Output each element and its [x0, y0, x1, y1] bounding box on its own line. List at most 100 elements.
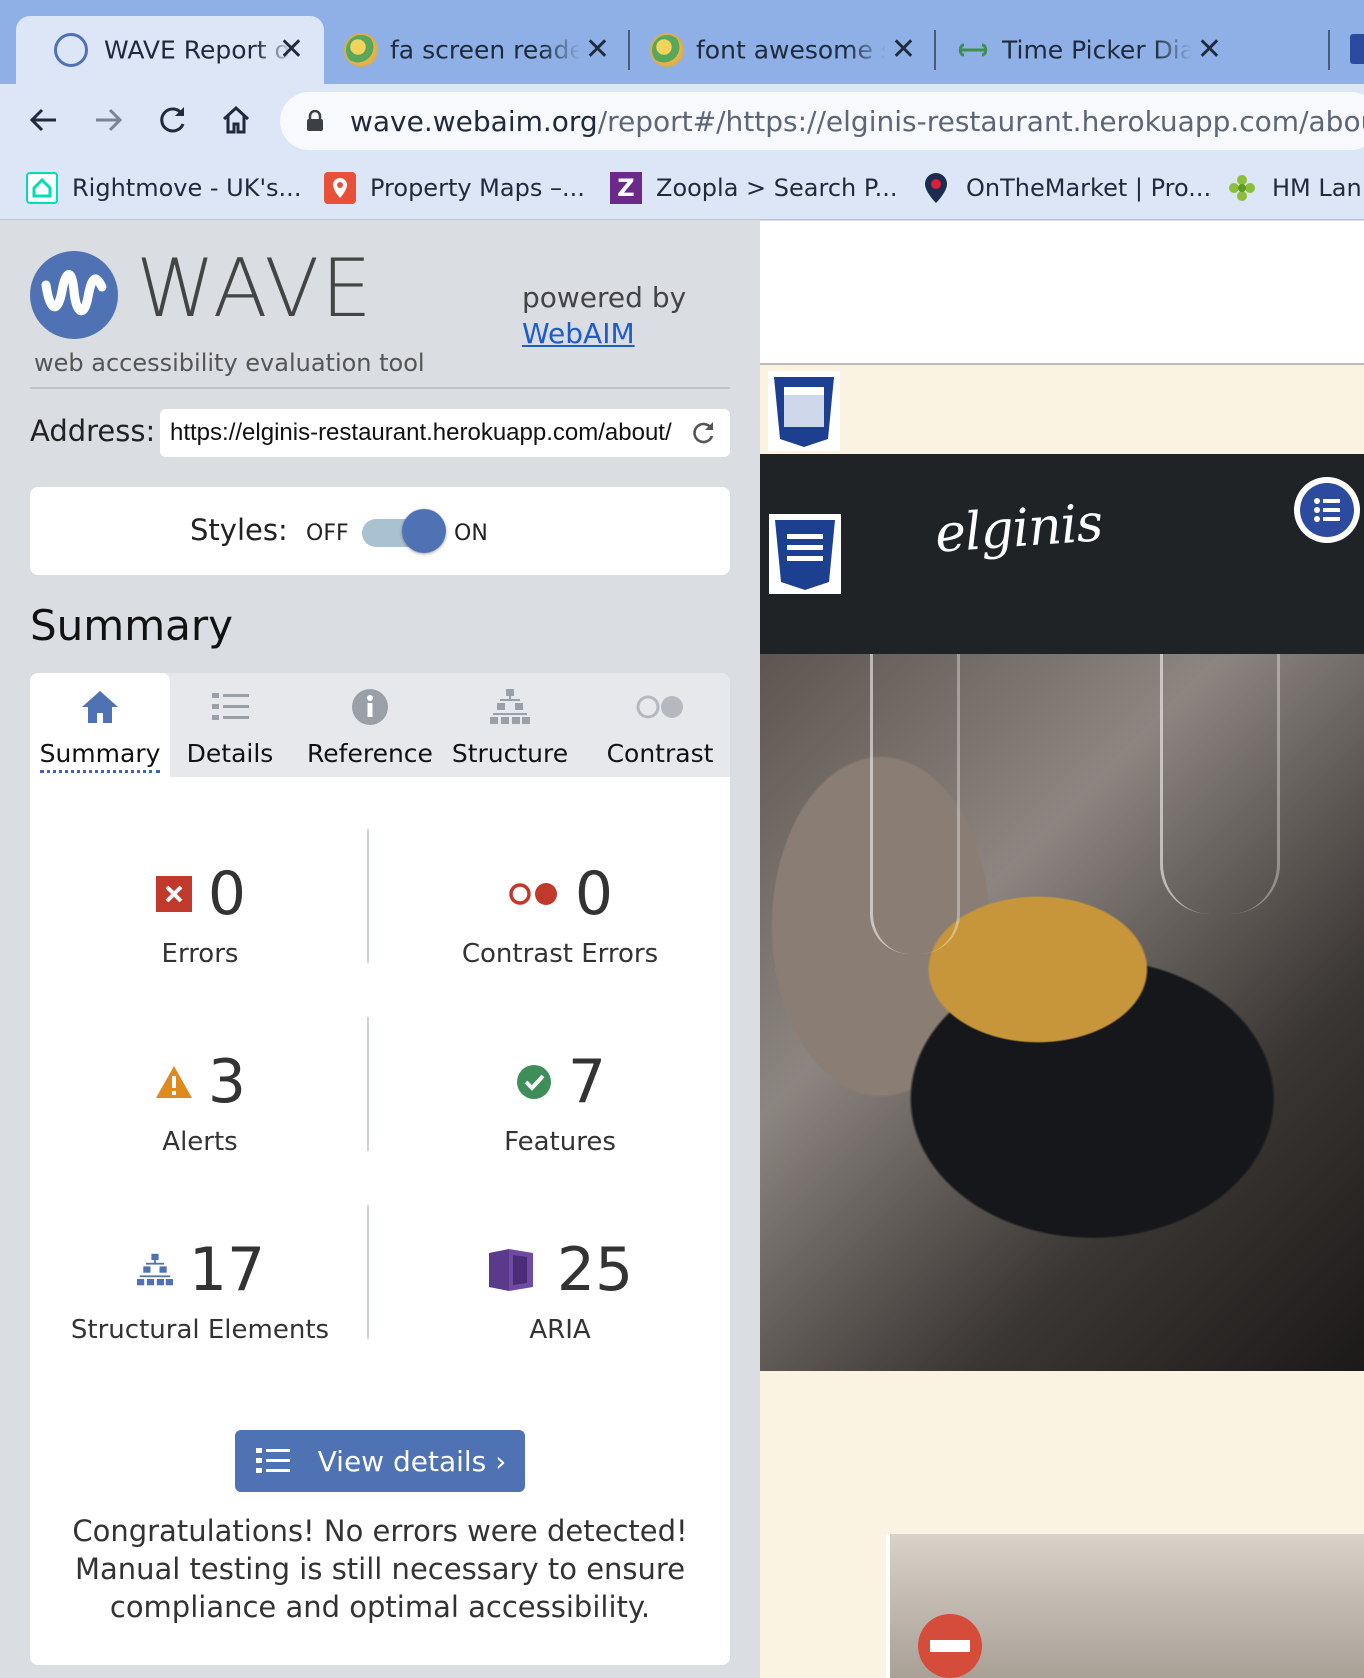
structural-label: Structural Elements: [70, 1315, 330, 1345]
wave-list-marker-icon[interactable]: [1294, 477, 1360, 543]
tab-details[interactable]: Details: [160, 673, 300, 777]
structural-count: 17: [188, 1235, 266, 1305]
wave-logo-word: WAVE: [136, 242, 374, 335]
restaurant-brand-logo: elginis: [933, 493, 1105, 565]
page-preview[interactable]: elginis: [760, 221, 1364, 1678]
no-entry-sign-icon: [918, 1614, 982, 1678]
stat-alerts: 3 Alerts: [40, 1047, 360, 1157]
aria-label: ARIA: [529, 1315, 591, 1345]
stat-divider: [367, 1205, 369, 1339]
zoopla-icon: Z: [610, 172, 642, 204]
wave-favicon-icon: [54, 33, 88, 67]
styles-toggle-panel: Styles: OFF ON: [30, 487, 730, 575]
list-icon: [255, 1448, 290, 1473]
browser-tab-strip: WAVE Report of E ✕ fa screen reader c ✕ …: [0, 0, 1364, 84]
powered-by-text: powered by: [522, 281, 687, 314]
reload-button[interactable]: [150, 98, 194, 142]
bookmark-rightmove[interactable]: Rightmove - UK's...: [26, 170, 301, 206]
tab-label: Summary: [39, 739, 161, 773]
contrast-icon: [636, 695, 683, 719]
error-icon: [154, 874, 194, 914]
stat-divider: [367, 1017, 369, 1151]
bookmark-zoopla[interactable]: Z Zoopla > Search P...: [610, 170, 898, 206]
tab-summary[interactable]: Summary: [30, 673, 170, 777]
bookmark-label: Property Maps –...: [370, 174, 585, 202]
close-tab-icon[interactable]: ✕: [891, 35, 916, 65]
wave-tabs: Summary Details Reference Structure Cont…: [30, 673, 730, 777]
stat-divider: [367, 829, 369, 963]
lock-icon: [307, 110, 323, 131]
contrast-errors-label: Contrast Errors: [461, 939, 659, 969]
tab-contrast[interactable]: Contrast: [590, 673, 730, 777]
preview-navbar: elginis: [760, 454, 1364, 654]
styles-label: Styles:: [190, 513, 288, 547]
wave-aria-marker-icon[interactable]: [764, 514, 846, 594]
forward-arrow-icon: [96, 108, 123, 132]
aria-cube-icon: [487, 1246, 535, 1294]
close-tab-icon[interactable]: ✕: [585, 35, 610, 65]
tab-label: Structure: [451, 739, 569, 768]
bookmarks-bar: Rightmove - UK's... Property Maps –... Z…: [0, 156, 1364, 220]
wine-glass: [870, 654, 960, 954]
reload-icon: [160, 107, 185, 133]
globe-favicon-icon: [344, 33, 378, 67]
preview-top-bar: [760, 221, 1364, 365]
congratulations-message: Congratulations! No errors were detected…: [72, 1514, 688, 1624]
view-details-label: View details ›: [317, 1444, 507, 1478]
forward-button[interactable]: [86, 98, 130, 142]
bookmark-hm-land[interactable]: HM Lan: [1226, 170, 1362, 206]
errors-count: 0: [207, 859, 247, 929]
wave-sidebar: WAVE web accessibility evaluation tool p…: [0, 221, 760, 1678]
address-input[interactable]: https://elginis-restaurant.herokuapp.com…: [160, 409, 730, 457]
alerts-count: 3: [207, 1047, 247, 1117]
back-button[interactable]: [22, 98, 66, 142]
toggle-off-label: OFF: [306, 521, 349, 546]
back-arrow-icon: [29, 108, 56, 132]
tab-separator: [1328, 30, 1330, 70]
tab-title: WAVE Report of E: [104, 35, 294, 65]
styles-toggle-knob[interactable]: [402, 509, 446, 553]
alert-icon: [154, 1062, 194, 1102]
wave-logo-icon: [30, 251, 118, 339]
address-bar[interactable]: wave.webaim.org/report#/https://elginis-…: [280, 92, 1364, 150]
feature-check-icon: [514, 1062, 554, 1102]
wave-tagline: web accessibility evaluation tool: [34, 349, 425, 377]
home-button[interactable]: [214, 98, 258, 142]
tab-label: Details: [186, 739, 274, 768]
wine-glass: [1160, 654, 1280, 914]
errors-label: Errors: [161, 939, 239, 969]
browser-tab-font-awesome[interactable]: font awesome scr ✕: [630, 16, 936, 84]
refresh-icon[interactable]: [690, 420, 716, 446]
close-tab-icon[interactable]: ✕: [1197, 35, 1222, 65]
tab-label: Contrast: [606, 739, 714, 768]
wave-structure-marker-icon[interactable]: [768, 371, 840, 451]
bookmark-onthemarket[interactable]: OnTheMarket | Pro...: [920, 170, 1211, 206]
bookmark-property-maps[interactable]: Property Maps –...: [324, 170, 585, 206]
features-label: Features: [504, 1127, 616, 1157]
stat-errors: 0 Errors: [40, 859, 360, 969]
map-pin-icon: [324, 172, 356, 204]
hierarchy-icon: [490, 689, 530, 724]
hmland-icon: [1226, 172, 1258, 204]
stat-structural-elements: 17 Structural Elements: [40, 1235, 360, 1345]
street-photo: [886, 1534, 1364, 1678]
list-icon: [212, 693, 249, 720]
bookmark-label: HM Lan: [1272, 174, 1362, 202]
tab-label: Reference: [307, 739, 433, 768]
home-icon: [222, 105, 250, 134]
rightmove-icon: [26, 172, 58, 204]
summary-panel: 0 Errors 0 Contrast Errors 3 Alerts 7 Fe…: [30, 777, 730, 1665]
stat-aria: 25 ARIA: [400, 1235, 720, 1345]
browser-tab-wave-report[interactable]: WAVE Report of E ✕: [16, 16, 324, 84]
summary-heading: Summary: [30, 601, 233, 650]
webaim-link[interactable]: WebAIM: [522, 317, 635, 350]
tab-structure[interactable]: Structure: [440, 673, 580, 777]
browser-tab-fa-screen-reader[interactable]: fa screen reader c ✕: [324, 16, 630, 84]
browser-tab-time-picker[interactable]: Time Picker Dialo ✕: [936, 16, 1242, 84]
toggle-on-label: ON: [454, 521, 488, 546]
tab-reference[interactable]: Reference: [300, 673, 440, 777]
structure-icon: [135, 1250, 175, 1290]
view-details-button[interactable]: View details ›: [235, 1430, 525, 1492]
close-tab-icon[interactable]: ✕: [279, 35, 304, 65]
features-count: 7: [567, 1047, 607, 1117]
